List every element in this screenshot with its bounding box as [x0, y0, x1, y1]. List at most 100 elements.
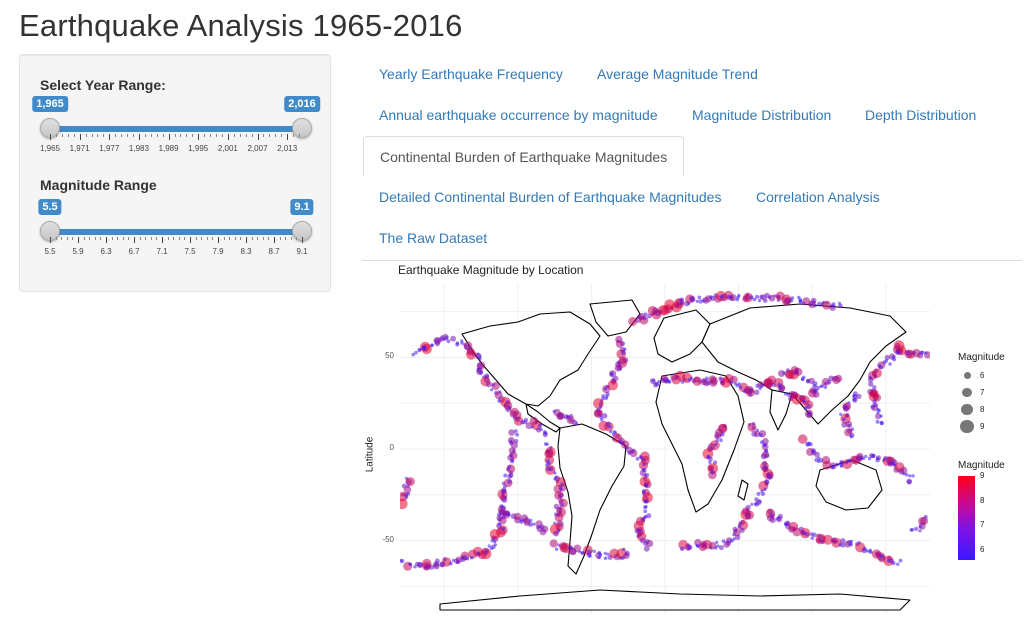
earthquake-point [738, 385, 743, 389]
slider-tick-label: 5.5 [44, 247, 56, 256]
earthquake-point [614, 364, 622, 372]
tab-depth-distribution[interactable]: Depth Distribution [849, 95, 992, 135]
earthquake-point [720, 294, 724, 299]
tab-continental-burden[interactable]: Continental Burden of Earthquake Magnitu… [363, 136, 685, 177]
slider-minor-tick [55, 237, 57, 240]
tab-yearly-frequency[interactable]: Yearly Earthquake Frequency [363, 54, 579, 94]
chart-title: Earthquake Magnitude by Location [398, 263, 584, 277]
slider-major-tick [79, 134, 81, 140]
earthquake-point [888, 362, 892, 366]
earthquake-map-plot: Earthquake Magnitude by Location Latitud… [362, 262, 1022, 624]
earthquake-point [753, 502, 758, 506]
earthquake-point [514, 429, 518, 433]
earthquake-point [600, 417, 604, 422]
slider-tick-label: 2,001 [217, 144, 238, 153]
slider-minor-tick [178, 237, 180, 240]
earthquake-point [896, 562, 900, 566]
earthquake-point [409, 562, 413, 566]
size-legend-item: 8 [958, 401, 1005, 418]
earthquake-point [763, 298, 768, 303]
year-slider-label: Select Year Range: [40, 77, 166, 93]
year-slider-ticks: 1,965 1,971 1,977 1,983 1,989 1,995 2,001 2,007… [40, 134, 302, 153]
earthquake-point [629, 449, 638, 458]
slider-minor-tick [223, 237, 225, 240]
earthquake-point [610, 371, 614, 376]
slider-minor-tick [127, 134, 129, 137]
earthquake-point [735, 297, 739, 302]
earthquake-point [782, 298, 791, 306]
slider-minor-tick [201, 237, 203, 240]
slider-minor-tick [97, 134, 99, 137]
earthquake-point [729, 381, 733, 385]
earthquake-point [806, 411, 813, 418]
slider-major-tick [106, 237, 107, 243]
slider-minor-tick [89, 237, 91, 240]
tab-correlation-analysis[interactable]: Correlation Analysis [740, 177, 896, 217]
app-title: Earthquake Analysis 1965-2016 [19, 8, 463, 43]
earthquake-point [757, 298, 762, 303]
slider-minor-tick [299, 134, 301, 137]
slider-minor-tick [103, 134, 105, 137]
earthquake-point [924, 351, 928, 355]
tabset: Yearly Earthquake Frequency Average Magn… [362, 54, 1022, 261]
slider-major-tick [78, 237, 79, 243]
earthquake-point [603, 387, 607, 391]
earthquake-point [759, 433, 763, 437]
earthquake-point [639, 537, 646, 544]
earthquake-point [898, 558, 903, 563]
earthquake-point [624, 550, 630, 556]
earthquake-point [732, 533, 736, 537]
africa-outline [655, 369, 745, 513]
slider-minor-tick [268, 237, 270, 240]
earthquake-point [478, 370, 484, 375]
slider-tick-label: 6.3 [100, 247, 112, 256]
tab-magnitude-distribution[interactable]: Magnitude Distribution [676, 95, 847, 135]
earthquake-point [695, 299, 699, 303]
slider-tick-label: 1,965 [39, 144, 61, 153]
tab-annual-occurrence-by-magnitude[interactable]: Annual earthquake occurrence by magnitud… [363, 95, 674, 135]
earthquake-point [422, 347, 427, 352]
earthquake-point [831, 464, 835, 468]
earthquake-point [709, 376, 718, 385]
slider-minor-tick [150, 237, 152, 240]
color-legend: Magnitude 9 8 7 6 [958, 460, 1005, 560]
earthquake-point [804, 532, 810, 537]
color-legend-label: 9 [980, 471, 985, 480]
earthquake-point [554, 547, 559, 551]
slider-tick-label: 7.1 [156, 247, 168, 256]
earthquake-point [710, 470, 715, 475]
earthquake-point [729, 294, 737, 302]
magnitude-range-slider[interactable]: 5.5 9.1 5.5 5.9 6.3 6.7 7.1 7.5 7.9 8.3 8.7 9.1 [38, 199, 314, 269]
earthquake-point [608, 425, 612, 429]
color-legend-label: 7 [980, 520, 985, 530]
tab-detailed-continental-burden[interactable]: Detailed Continental Burden of Earthquak… [363, 177, 737, 217]
earthquake-point [810, 297, 817, 304]
slider-minor-tick [83, 237, 85, 240]
size-legend: Magnitude 6 7 8 9 [958, 352, 1005, 435]
earthquake-point [838, 303, 843, 309]
slider-minor-tick [279, 237, 281, 240]
tab-average-magnitude-trend[interactable]: Average Magnitude Trend [581, 54, 774, 94]
earthquake-point [861, 548, 867, 554]
year-range-slider[interactable]: 1,965 2,016 1,965 1,971 1,977 1,983 1,989 1,9… [32, 96, 320, 166]
slider-minor-tick [180, 134, 182, 137]
slider-tick-label: 1,977 [99, 144, 120, 153]
earthquake-point [778, 385, 785, 392]
size-legend-title: Magnitude [958, 352, 1005, 363]
earthquake-point [797, 434, 808, 444]
earthquake-point [849, 435, 853, 439]
slider-minor-tick [156, 134, 158, 137]
earthquake-point [644, 483, 649, 488]
slider-major-tick [287, 134, 289, 140]
earthquake-point [679, 301, 683, 305]
earthquake-point [835, 462, 840, 467]
earthquake-point [776, 516, 781, 521]
slider-major-tick [198, 134, 200, 140]
earthquake-point [560, 503, 564, 507]
size-legend-dot [961, 403, 973, 416]
slider-minor-tick [85, 134, 87, 137]
slider-minor-tick [162, 134, 164, 137]
slider-minor-tick [262, 237, 264, 240]
tab-raw-dataset[interactable]: The Raw Dataset [363, 218, 503, 258]
earthquake-point [643, 545, 650, 552]
